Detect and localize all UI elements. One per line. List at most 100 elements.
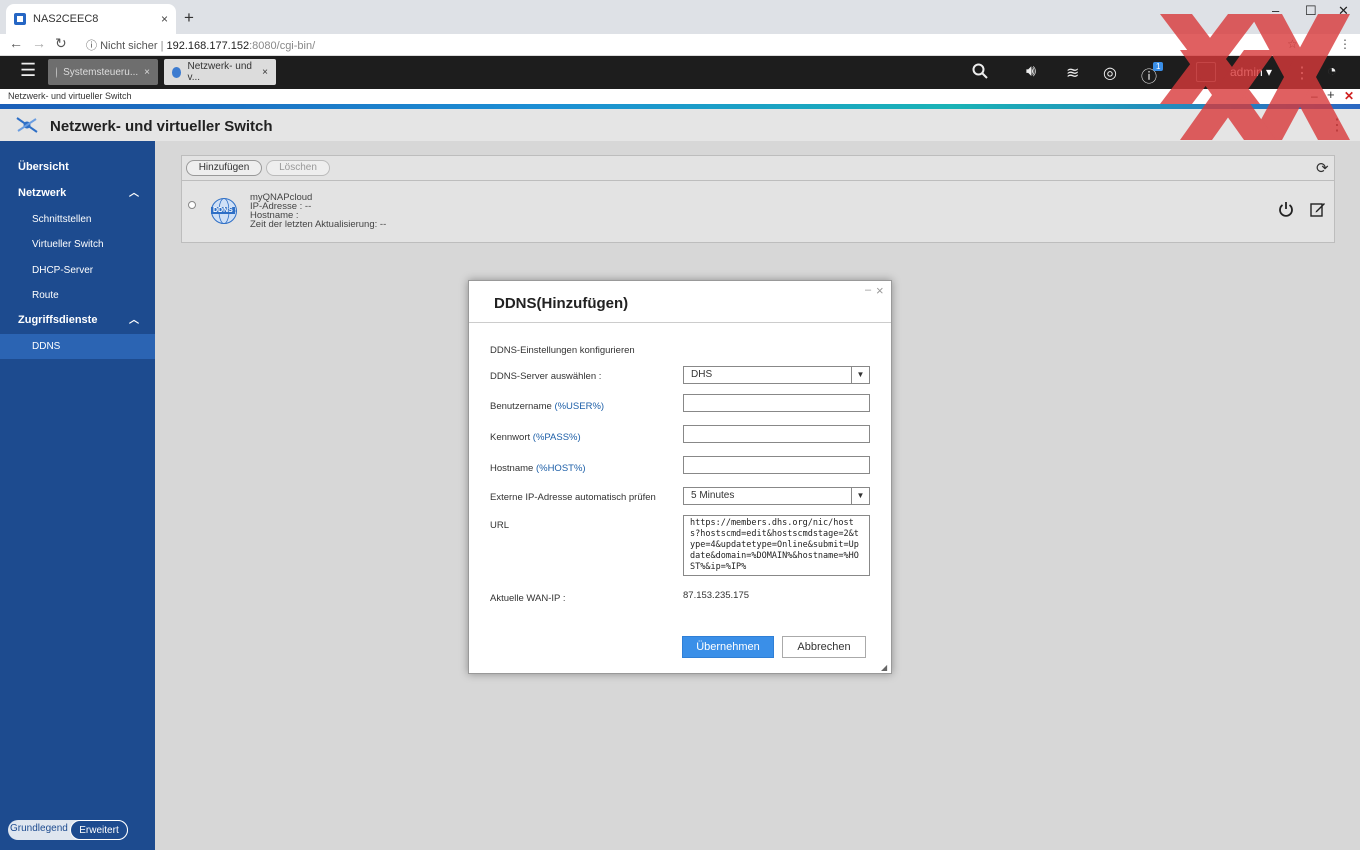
mode-basic-option[interactable]: Grundlegend xyxy=(10,823,68,834)
username-variable: (%USER%) xyxy=(554,401,605,412)
more-options-icon[interactable]: ⋮ xyxy=(1294,63,1310,83)
main-menu-icon[interactable]: ☰ xyxy=(20,60,36,81)
hostname-label-text: Hostname xyxy=(490,463,534,474)
address-bar: ← → ↻ ⓘ Nicht sicher | 192.168.177.152:8… xyxy=(0,34,1360,56)
mode-toggle[interactable]: Grundlegend Erweitert xyxy=(8,820,128,840)
speaker-icon[interactable]: 🔊︎ xyxy=(1026,63,1036,81)
username-label-text: Benutzername xyxy=(490,401,552,412)
taskbar-tab-label: Netzwerk- und v... xyxy=(187,61,252,83)
password-variable: (%PASS%) xyxy=(532,432,581,443)
username-field[interactable] xyxy=(683,394,870,412)
ip-check-interval-value: 5 Minutes xyxy=(691,490,735,501)
sidebar-item-network[interactable]: Netzwerk ︿ xyxy=(0,181,155,206)
window-title-bar: Netzwerk- und virtueller Switch – + ✕ xyxy=(0,87,1360,104)
forward-arrow-icon[interactable]: → xyxy=(32,35,46,51)
password-label: Kennwort (%PASS%) xyxy=(490,432,581,443)
ip-check-interval-select[interactable]: 5 Minutes ▼ xyxy=(683,487,870,505)
toolbar: Hinzufügen Löschen ⟳ xyxy=(181,155,1335,181)
url-textarea[interactable]: https://members.dhs.org/nic/hosts?hostsc… xyxy=(683,515,870,576)
browser-menu-icon[interactable]: ⋮ xyxy=(1339,37,1351,51)
network-switch-app-icon xyxy=(14,115,40,138)
resize-handle-icon[interactable]: ◢ xyxy=(881,663,887,672)
window-close-icon[interactable]: ✕ xyxy=(1344,89,1354,103)
qnap-favicon-icon xyxy=(14,13,26,25)
window-title: Netzwerk- und virtueller Switch xyxy=(8,91,132,101)
refresh-icon[interactable]: ⟳ xyxy=(1316,159,1329,177)
password-field[interactable] xyxy=(683,425,870,443)
window-minimize-icon[interactable]: – xyxy=(1311,89,1318,103)
add-button[interactable]: Hinzufügen xyxy=(186,160,262,176)
taskbar-tab-systemsteuerung[interactable]: Systemsteueru... × xyxy=(48,59,158,85)
search-icon[interactable] xyxy=(972,63,988,84)
app-menu-icon[interactable]: ⋮ xyxy=(1329,115,1345,135)
chevron-up-icon: ︿ xyxy=(129,188,139,199)
hostname-field[interactable] xyxy=(683,456,870,474)
sidebar-item-label: Netzwerk xyxy=(18,187,67,199)
taskbar-tab-netzwerk[interactable]: Netzwerk- und v... × xyxy=(164,59,276,85)
browser-tab-title: NAS2CEEC8 xyxy=(33,13,99,25)
url-host: 192.168.177.152 xyxy=(166,40,250,52)
wan-ip-label: Aktuelle WAN-IP : xyxy=(490,593,566,604)
sidebar-item-access-services[interactable]: Zugriffsdienste ︿ xyxy=(0,308,155,333)
dropdown-arrow-icon[interactable]: ▼ xyxy=(851,367,869,383)
apply-button[interactable]: Übernehmen xyxy=(682,636,774,658)
window-maximize-button[interactable]: ☐ xyxy=(1305,3,1317,19)
sidebar-item-label: Virtueller Switch xyxy=(32,239,104,250)
back-arrow-icon[interactable]: ← xyxy=(9,35,23,51)
url-field[interactable]: ⓘ Nicht sicher | 192.168.177.152:8080/cg… xyxy=(86,37,315,53)
username-label: Benutzername (%USER%) xyxy=(490,401,604,412)
cancel-button[interactable]: Abbrechen xyxy=(782,636,866,658)
browser-tab-strip: NAS2CEEC8 × + – ☐ ✕ xyxy=(0,0,1360,34)
new-tab-button[interactable]: + xyxy=(184,8,194,28)
notification-badge: 1 xyxy=(1153,62,1164,71)
ddns-badge: DDNS xyxy=(211,207,235,214)
reload-icon[interactable]: ↻ xyxy=(55,35,67,52)
ddns-server-label: DDNS-Server auswählen : xyxy=(490,371,602,382)
window-minimize-button[interactable]: – xyxy=(1272,3,1279,18)
qts-top-bar: ☰ Systemsteueru... × Netzwerk- und v... … xyxy=(0,56,1360,89)
user-menu[interactable]: admin ▾ xyxy=(1230,65,1272,79)
delete-button[interactable]: Löschen xyxy=(266,160,330,176)
network-switch-icon xyxy=(172,66,182,78)
background-tasks-icon[interactable]: ≋ xyxy=(1066,63,1079,83)
row-select-radio[interactable] xyxy=(188,201,196,209)
section-heading: DDNS-Einstellungen konfigurieren xyxy=(490,345,635,356)
sidebar: Übersicht Netzwerk ︿ Schnittstellen Virtu… xyxy=(0,141,155,850)
ddns-server-value: DHS xyxy=(691,369,713,380)
taskbar-tab-close-icon[interactable]: × xyxy=(256,67,268,78)
sidebar-item-interfaces[interactable]: Schnittstellen xyxy=(0,207,155,232)
sidebar-item-overview[interactable]: Übersicht xyxy=(0,155,155,180)
app-title: Netzwerk- und virtueller Switch xyxy=(50,118,273,135)
power-icon[interactable] xyxy=(1278,201,1294,220)
hostname-variable: (%HOST%) xyxy=(535,463,586,474)
window-close-button[interactable]: ✕ xyxy=(1338,3,1349,19)
app-header: Netzwerk- und virtueller Switch ⋮ xyxy=(0,109,1360,141)
dropdown-arrow-icon[interactable]: ▼ xyxy=(851,488,869,504)
sidebar-item-dhcp-server[interactable]: DHCP-Server xyxy=(0,258,155,283)
sidebar-item-label: Schnittstellen xyxy=(32,214,92,225)
security-label: Nicht sicher xyxy=(100,40,158,52)
url-path: :8080/cgi-bin/ xyxy=(249,40,316,52)
dialog-minimize-icon[interactable]: – xyxy=(865,284,871,296)
ddns-entry-last-update: Zeit der letzten Aktualisierung: -- xyxy=(250,219,387,230)
mode-advanced-option[interactable]: Erweitert xyxy=(70,820,128,840)
sidebar-item-label: DDNS xyxy=(32,341,61,352)
window-maximize-icon[interactable]: + xyxy=(1327,87,1335,102)
browser-tab[interactable]: NAS2CEEC8 × xyxy=(6,4,176,34)
external-devices-icon[interactable]: ◎ xyxy=(1103,63,1117,83)
sidebar-item-route[interactable]: Route xyxy=(0,283,155,308)
dialog-close-icon[interactable]: × xyxy=(876,283,884,298)
sidebar-item-label: Übersicht xyxy=(18,161,69,173)
bookmark-star-icon[interactable]: ☆ xyxy=(1287,37,1298,51)
avatar[interactable] xyxy=(1196,62,1216,82)
browser-tab-close-icon[interactable]: × xyxy=(161,12,168,26)
edit-icon[interactable] xyxy=(1310,201,1326,220)
taskbar-tab-close-icon[interactable]: × xyxy=(138,67,150,78)
ddns-server-select[interactable]: DHS ▼ xyxy=(683,366,870,384)
hostname-label: Hostname (%HOST%) xyxy=(490,463,586,474)
sidebar-item-ddns[interactable]: DDNS xyxy=(0,334,155,359)
dashboard-gauge-icon[interactable]: ◔ xyxy=(1327,63,1337,81)
sidebar-item-virtual-switch[interactable]: Virtueller Switch xyxy=(0,232,155,257)
list-item[interactable]: DDNS myQNAPcloud IP-Adresse : -- Hostnam… xyxy=(181,181,1335,243)
info-icon: ⓘ xyxy=(86,40,97,52)
